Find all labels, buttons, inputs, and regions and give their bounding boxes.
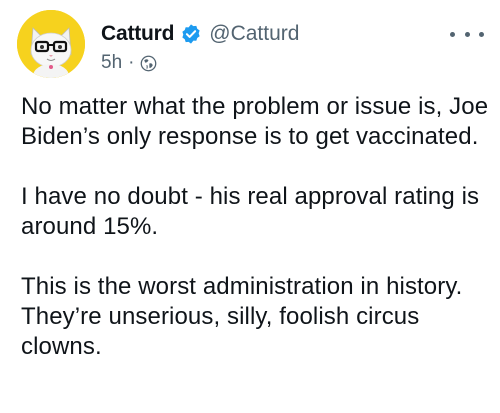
more-dot-icon xyxy=(464,31,470,37)
tweet-text: No matter what the problem or issue is, … xyxy=(21,92,491,392)
author-handle[interactable]: @Catturd xyxy=(209,22,299,46)
cat-avatar-image xyxy=(17,10,85,78)
tweet-paragraph: I have no doubt - his real approval rati… xyxy=(21,183,480,240)
more-dot-icon xyxy=(479,31,484,37)
more-options-button[interactable] xyxy=(450,24,484,44)
tweet-timestamp[interactable]: 5h xyxy=(101,52,122,74)
tweet-paragraph: No matter what the problem or issue is, … xyxy=(21,93,489,150)
tweet-header: Catturd @Catturd 5h · xyxy=(101,21,299,75)
meta-separator: · xyxy=(128,52,135,73)
tweet-card: Catturd @Catturd 5h · No matter what the… xyxy=(0,0,500,413)
author-name[interactable]: Catturd xyxy=(101,22,174,46)
verified-badge-icon xyxy=(180,23,202,45)
more-dot-icon xyxy=(450,31,455,37)
globe-icon xyxy=(140,55,157,72)
avatar[interactable] xyxy=(17,10,85,78)
tweet-paragraph: This is the worst administration in hist… xyxy=(21,273,463,360)
